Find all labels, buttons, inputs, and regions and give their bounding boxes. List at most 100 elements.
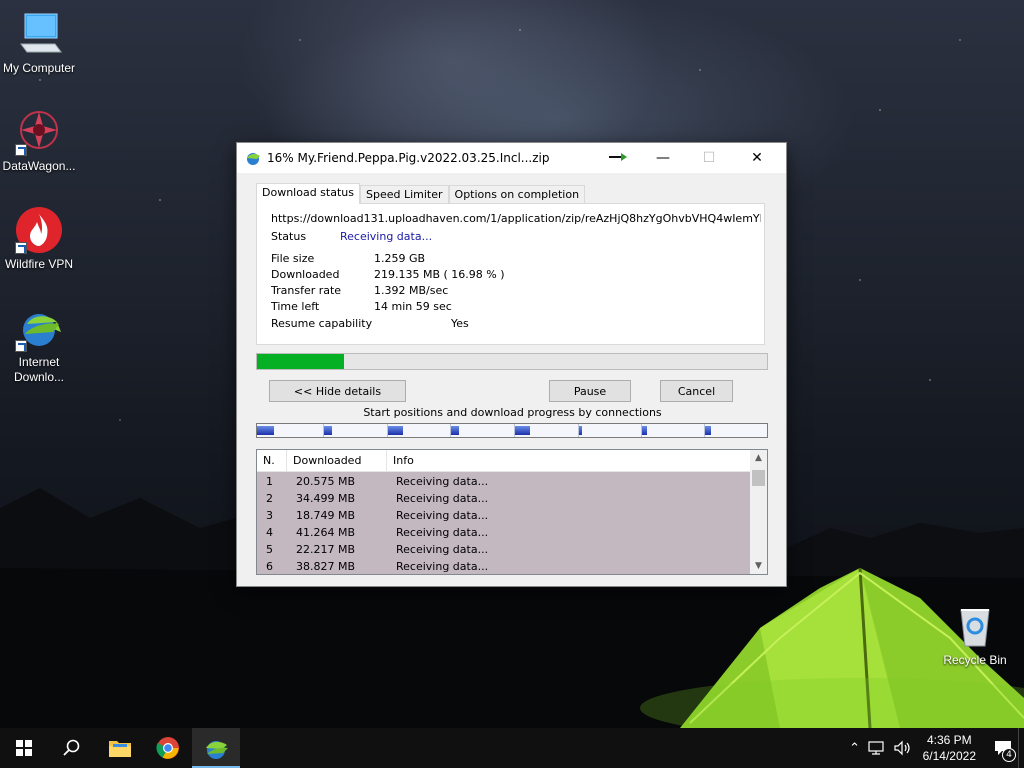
network-icon[interactable] (867, 740, 889, 756)
desktop-icon-internet-download-manager[interactable]: Internet Downlo... (0, 304, 78, 385)
hide-details-button[interactable]: << Hide details (269, 380, 406, 402)
desktop-icon-label: Wildfire VPN (4, 257, 73, 271)
shortcut-arrow-icon (15, 340, 27, 352)
tab-options-on-completion[interactable]: Options on completion (448, 185, 586, 204)
start-button[interactable] (0, 728, 48, 768)
chevron-up-icon[interactable]: ⌃ (845, 741, 865, 756)
connection-info: Receiving data... (396, 509, 489, 522)
tab-strip: Download status Speed Limiter Options on… (256, 183, 586, 204)
connection-downloaded: 34.499 MB (296, 492, 356, 505)
connection-segment (324, 426, 332, 435)
table-row[interactable]: 4 41.264 MB Receiving data... (257, 524, 751, 541)
connection-downloaded: 20.575 MB (296, 475, 356, 488)
idm-icon (245, 150, 261, 166)
desktop-icon-recycle-bin[interactable]: Recycle Bin (936, 602, 1014, 668)
downloaded-label: Downloaded (271, 268, 340, 281)
search-button[interactable] (48, 728, 96, 768)
tab-speed-limiter[interactable]: Speed Limiter (359, 185, 449, 204)
taskbar: ⌃ 4:36 PM 6/14/2022 4 (0, 728, 1024, 768)
transfer-rate-label: Transfer rate (271, 284, 342, 297)
desktop-icon-my-computer[interactable]: My Computer (0, 10, 78, 76)
scroll-up-icon[interactable]: ▲ (750, 450, 767, 466)
clock-time: 4:36 PM (926, 733, 972, 747)
connection-segment (388, 426, 403, 435)
download-dialog: 16% My.Friend.Peppa.Pig.v2022.03.25.Incl… (236, 142, 787, 587)
table-row[interactable]: 3 18.749 MB Receiving data... (257, 507, 751, 524)
maximize-button: ☐ (702, 150, 716, 166)
volume-icon[interactable] (893, 740, 913, 756)
taskbar-chrome[interactable] (144, 728, 192, 768)
connection-segment (515, 426, 530, 435)
connection-info: Receiving data... (396, 543, 489, 556)
connection-number: 3 (266, 509, 273, 522)
idm-icon (206, 741, 228, 759)
table-row[interactable]: 2 34.499 MB Receiving data... (257, 490, 751, 507)
recycle-bin-icon (951, 602, 999, 650)
connections-list[interactable]: N. Downloaded Info 1 20.575 MB Receiving… (256, 449, 768, 575)
file-size-value: 1.259 GB (374, 252, 426, 265)
connection-downloaded: 22.217 MB (296, 543, 356, 556)
pause-button[interactable]: Pause (549, 380, 631, 402)
clock-date: 6/14/2022 (922, 749, 976, 763)
resume-capability-label: Resume capability (271, 317, 373, 330)
connections-list-header: N. Downloaded Info (257, 450, 751, 472)
close-button[interactable]: ✕ (734, 143, 780, 173)
table-row[interactable]: 6 38.827 MB Receiving data... (257, 558, 751, 574)
idm-icon (15, 304, 63, 352)
table-row[interactable]: 5 22.217 MB Receiving data... (257, 541, 751, 558)
notification-center-button[interactable]: 4 (988, 728, 1018, 768)
scroll-thumb[interactable] (752, 470, 765, 486)
show-desktop-button[interactable] (1018, 728, 1024, 768)
system-tray: ⌃ 4:36 PM 6/14/2022 4 (845, 728, 1024, 768)
connection-number: 2 (266, 492, 273, 505)
progress-fill (257, 354, 344, 369)
taskbar-idm[interactable] (192, 728, 240, 768)
computer-icon (15, 10, 63, 58)
download-url: https://download131.uploadhaven.com/1/ap… (271, 212, 761, 225)
dialog-titlebar[interactable]: 16% My.Friend.Peppa.Pig.v2022.03.25.Incl… (237, 143, 786, 173)
desktop-icon-label: Internet Downlo... (13, 355, 65, 384)
desktop-icon-label: My Computer (2, 61, 76, 75)
column-header-n[interactable]: N. (257, 450, 287, 472)
desktop-icon-label: Recycle Bin (943, 653, 1007, 667)
desktop-icon-label: DataWagon... (2, 159, 76, 173)
list-scrollbar[interactable]: ▲ ▼ (750, 450, 767, 574)
column-header-downloaded[interactable]: Downloaded (287, 450, 387, 472)
wildfire-vpn-icon (15, 206, 63, 254)
arrow-icon (609, 151, 629, 166)
scroll-down-icon[interactable]: ▼ (750, 558, 767, 574)
folder-icon (109, 741, 131, 757)
connection-info: Receiving data... (396, 560, 489, 573)
desktop-icon-datawagon[interactable]: DataWagon... (0, 108, 78, 174)
desktop-icon-wildfire-vpn[interactable]: Wildfire VPN (0, 206, 78, 272)
datawagon-icon (15, 108, 63, 156)
connection-segment (705, 426, 711, 435)
shortcut-arrow-icon (15, 242, 27, 254)
connection-number: 6 (266, 560, 273, 573)
search-icon (63, 739, 80, 756)
taskbar-clock[interactable]: 4:36 PM 6/14/2022 (923, 732, 976, 764)
notification-count-badge: 4 (1002, 748, 1016, 762)
taskbar-file-explorer[interactable] (96, 728, 144, 768)
connection-downloaded: 38.827 MB (296, 560, 356, 573)
download-status-panel: https://download131.uploadhaven.com/1/ap… (256, 203, 765, 345)
table-row[interactable]: 1 20.575 MB Receiving data... (257, 473, 751, 490)
file-size-label: File size (271, 252, 315, 265)
status-value: Receiving data... (340, 230, 433, 243)
connections-progress-bar (256, 423, 768, 438)
connections-caption: Start positions and download progress by… (363, 406, 662, 419)
connection-segment (579, 426, 582, 435)
minimize-button[interactable]: — (640, 143, 686, 173)
column-header-info[interactable]: Info (387, 450, 751, 472)
windows-icon (16, 740, 32, 756)
tab-download-status[interactable]: Download status (256, 183, 360, 204)
connection-number: 1 (266, 475, 273, 488)
connection-number: 5 (266, 543, 273, 556)
connection-info: Receiving data... (396, 526, 489, 539)
cancel-button[interactable]: Cancel (660, 380, 733, 402)
time-left-value: 14 min 59 sec (374, 300, 452, 313)
connection-segment (257, 426, 274, 435)
dialog-title: 16% My.Friend.Peppa.Pig.v2022.03.25.Incl… (267, 151, 550, 165)
connection-info: Receiving data... (396, 492, 489, 505)
resume-capability-value: Yes (451, 317, 469, 330)
